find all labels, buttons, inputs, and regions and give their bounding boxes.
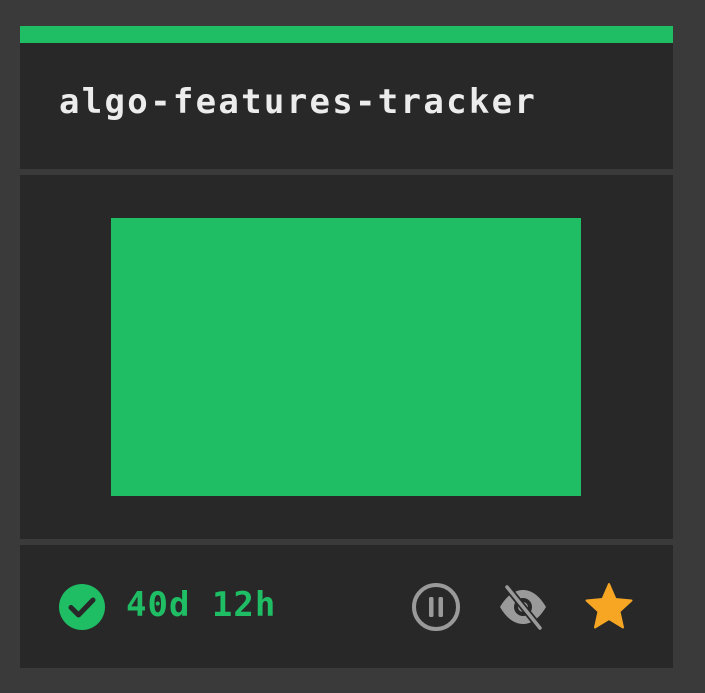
status-bar [20,26,673,43]
status-preview-graphic [111,218,581,496]
card-header: algo-features-tracker [20,43,673,169]
check-circle-icon [59,584,105,630]
favorite-button[interactable] [583,581,635,633]
card-footer: 40d 12h [20,545,673,668]
pause-button[interactable] [410,581,462,633]
monitor-title[interactable]: algo-features-tracker [59,85,537,119]
eye-off-icon [497,581,549,633]
status-preview [20,175,673,539]
pause-circle-icon [410,581,462,633]
monitor-card[interactable]: algo-features-tracker 40d 12h [20,26,673,668]
uptime-text: 40d 12h [126,585,277,625]
star-icon [583,581,635,633]
hide-button[interactable] [497,581,549,633]
